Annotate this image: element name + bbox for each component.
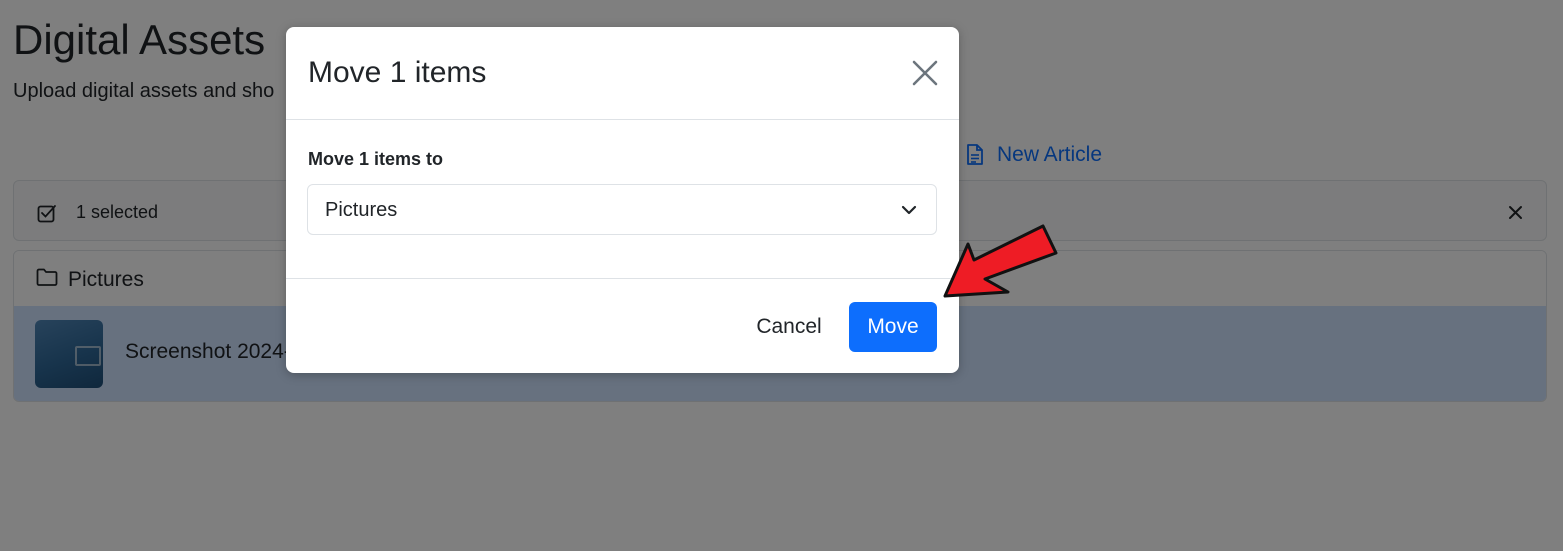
modal-body: Move 1 items to Pictures — [286, 120, 959, 277]
modal-close-button[interactable] — [912, 60, 938, 86]
modal-footer: Cancel Move — [286, 278, 959, 373]
chevron-down-icon — [901, 205, 917, 215]
destination-label: Move 1 items to — [308, 149, 444, 169]
close-icon — [912, 60, 938, 86]
move-items-modal: Move 1 items Move 1 items to Pictures Ca… — [286, 27, 959, 373]
selected-folder: Pictures — [325, 199, 398, 221]
move-button[interactable]: Move — [849, 302, 937, 352]
modal-header: Move 1 items — [286, 27, 959, 120]
cancel-button[interactable]: Cancel — [744, 302, 834, 352]
destination-folder-select[interactable]: Pictures — [307, 184, 937, 235]
modal-title: Move 1 items — [308, 56, 487, 89]
